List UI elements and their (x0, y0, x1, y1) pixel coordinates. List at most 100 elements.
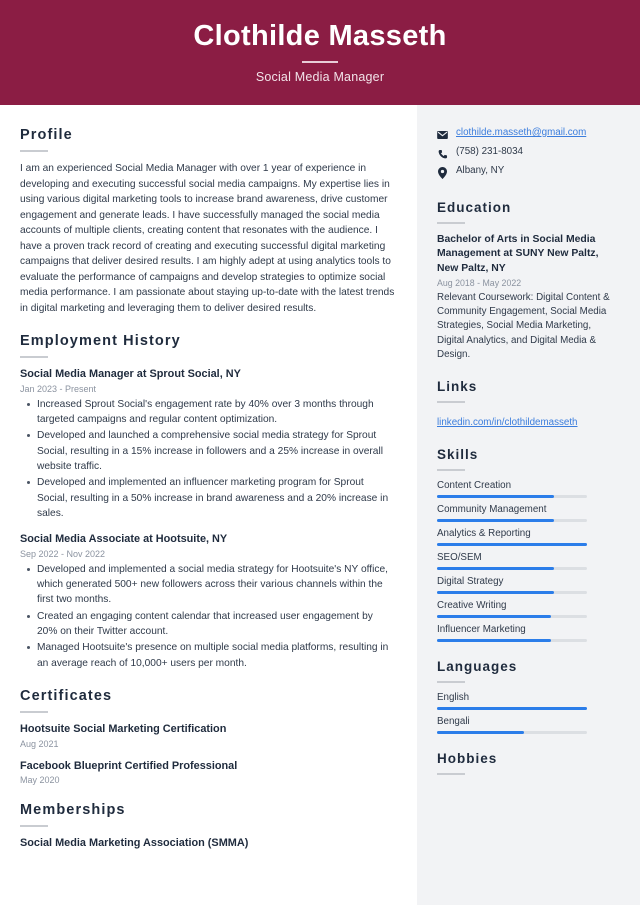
section-education: Education Bachelor of Arts in Social Med… (437, 200, 618, 362)
job-bullet: Managed Hootsuite's presence on multiple… (20, 640, 395, 671)
resume-body: Profile I am an experienced Social Media… (0, 105, 640, 905)
skill-label: Community Management (437, 504, 547, 516)
job-bullet: Developed and implemented a social media… (20, 562, 395, 608)
job-bullet: Created an engaging content calendar tha… (20, 609, 395, 640)
education-date: Aug 2018 - May 2022 (437, 278, 522, 289)
job-bullet-list: Developed and implemented a social media… (20, 562, 395, 671)
header-divider (302, 61, 338, 64)
section-memberships: Memberships Social Media Marketing Assoc… (20, 802, 395, 851)
skill-label: Influencer Marketing (437, 624, 526, 636)
skill-level-bar (437, 615, 587, 619)
section-heading-certificates: Certificates (20, 687, 113, 704)
skill-level-bar (437, 591, 587, 595)
skill-item: Community Management (437, 504, 618, 523)
job-date: Jan 2023 - Present (20, 383, 97, 394)
heading-underline (437, 222, 465, 224)
section-profile: Profile I am an experienced Social Media… (20, 127, 395, 316)
skill-level-bar (437, 519, 587, 523)
skill-item: Creative Writing (437, 600, 618, 619)
certificate-entry: Hootsuite Social Marketing Certification… (20, 722, 395, 749)
skill-level-fill (437, 519, 554, 523)
job-bullet: Developed and implemented an influencer … (20, 475, 395, 521)
location-pin-icon (437, 166, 448, 179)
certificate-entry: Facebook Blueprint Certified Professiona… (20, 759, 395, 786)
section-heading-links: Links (437, 379, 478, 395)
skill-label: Creative Writing (437, 600, 507, 612)
language-label: Bengali (437, 716, 470, 728)
skill-level-fill (437, 495, 554, 499)
job-entry: Social Media Manager at Sprout Social, N… (20, 367, 395, 521)
resume-page: Clothilde Masseth Social Media Manager P… (0, 0, 640, 905)
language-level-fill (437, 731, 524, 735)
membership-title: Social Media Marketing Association (SMMA… (20, 837, 249, 850)
section-certificates: Certificates Hootsuite Social Marketing … (20, 688, 395, 785)
job-entry: Social Media Associate at Hootsuite, NY … (20, 532, 395, 671)
skill-label: SEO/SEM (437, 552, 482, 564)
heading-underline (20, 825, 48, 828)
language-item: Bengali (437, 716, 618, 735)
linkedin-link[interactable]: linkedin.com/in/clothildemasseth (437, 417, 578, 428)
heading-underline (437, 681, 465, 684)
heading-underline (437, 773, 465, 776)
job-bullet-list: Increased Sprout Social's engagement rat… (20, 397, 395, 521)
skill-level-fill (437, 615, 551, 619)
contact-block: clothilde.masseth@gmail.com (758) 231-80… (437, 127, 618, 179)
contact-row-email: clothilde.masseth@gmail.com (437, 127, 618, 141)
certificate-date: May 2020 (20, 775, 60, 786)
profile-text: I am an experienced Social Media Manager… (20, 163, 395, 314)
section-heading-languages: Languages (437, 659, 518, 675)
candidate-job-title: Social Media Manager (255, 70, 385, 85)
heading-underline (437, 401, 465, 404)
location-text: Albany, NY (456, 165, 505, 176)
main-column: Profile I am an experienced Social Media… (0, 105, 417, 905)
skill-item: Content Creation (437, 480, 618, 499)
skill-level-bar (437, 639, 587, 643)
section-hobbies: Hobbies (437, 751, 618, 776)
section-heading-memberships: Memberships (20, 802, 126, 819)
job-title: Social Media Associate at Hootsuite, NY (20, 533, 228, 546)
language-level-bar (437, 707, 587, 711)
candidate-name: Clothilde Masseth (193, 19, 447, 52)
language-level-bar (437, 731, 587, 735)
heading-underline (437, 469, 465, 472)
job-bullet: Increased Sprout Social's engagement rat… (20, 397, 395, 428)
language-level-fill (437, 707, 587, 711)
envelope-icon (437, 128, 448, 141)
contact-row-location: Albany, NY (437, 165, 618, 179)
skill-item: Influencer Marketing (437, 624, 618, 643)
sidebar-column: clothilde.masseth@gmail.com (758) 231-80… (417, 105, 640, 905)
contact-row-phone: (758) 231-8034 (437, 146, 618, 160)
resume-header: Clothilde Masseth Social Media Manager (0, 0, 640, 105)
section-heading-hobbies: Hobbies (437, 751, 498, 767)
skill-level-bar (437, 543, 587, 547)
certificate-title: Hootsuite Social Marketing Certification (20, 722, 227, 735)
job-bullet: Developed and launched a comprehensive s… (20, 428, 395, 474)
heading-underline (20, 356, 48, 358)
education-degree: Bachelor of Arts in Social Media Managem… (437, 234, 599, 274)
skill-level-fill (437, 567, 554, 571)
phone-number: (758) 231-8034 (456, 146, 523, 157)
skill-level-fill (437, 591, 554, 595)
skill-item: Digital Strategy (437, 576, 618, 595)
skill-level-bar (437, 567, 587, 571)
job-title: Social Media Manager at Sprout Social, N… (20, 368, 241, 380)
language-label: English (437, 692, 470, 704)
section-heading-education: Education (437, 200, 512, 215)
skill-level-fill (437, 543, 587, 547)
skill-label: Digital Strategy (437, 576, 504, 588)
education-description: Relevant Coursework: Digital Content & C… (437, 292, 610, 360)
skill-label: Content Creation (437, 480, 512, 492)
heading-underline (20, 150, 48, 152)
job-date: Sep 2022 - Nov 2022 (20, 548, 106, 559)
email-link[interactable]: clothilde.masseth@gmail.com (456, 127, 586, 138)
section-employment-history: Employment History Social Media Manager … (20, 333, 395, 671)
section-links: Links linkedin.com/in/clothildemasseth (437, 379, 618, 430)
certificate-date: Aug 2021 (20, 738, 59, 749)
skill-level-fill (437, 639, 551, 643)
section-heading-employment: Employment History (20, 333, 181, 349)
language-item: English (437, 692, 618, 711)
section-heading-skills: Skills (437, 447, 479, 463)
skill-label: Analytics & Reporting (437, 528, 531, 540)
section-heading-profile: Profile (20, 127, 73, 143)
phone-icon (437, 147, 448, 160)
